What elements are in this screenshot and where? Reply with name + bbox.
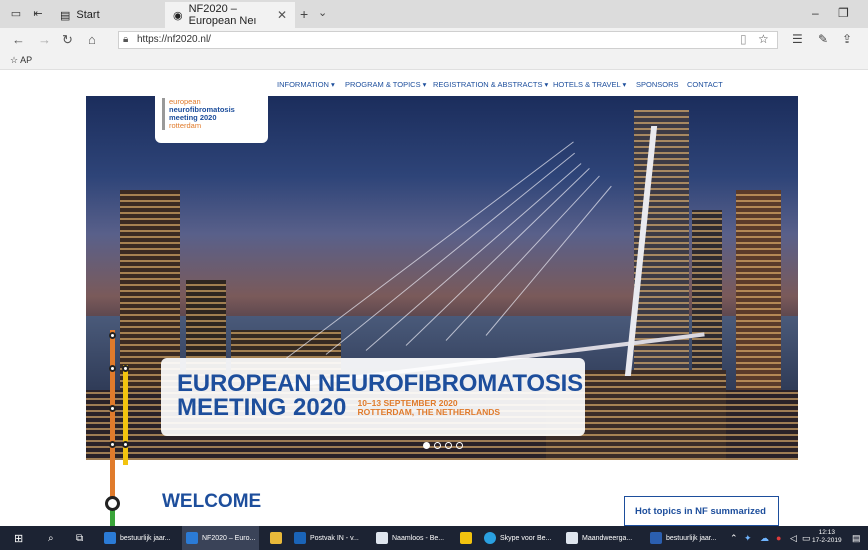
metro-stop	[122, 441, 129, 448]
taskbar-item-file-explorer[interactable]	[266, 526, 286, 550]
metro-stop	[109, 441, 116, 448]
slider-pagination	[423, 442, 463, 449]
site-favicon-icon: ◉	[173, 9, 183, 22]
skype-icon	[484, 532, 496, 544]
word-icon	[650, 532, 662, 544]
favorites-list-icon[interactable]: ☰	[792, 32, 803, 46]
search-icon[interactable]: ⌕	[44, 526, 58, 550]
network-icon[interactable]: ✦	[744, 526, 752, 550]
address-bar[interactable]: 🔒︎ https://nf2020.nl/	[118, 31, 778, 49]
tab-list-chevron-icon[interactable]: ⌄	[318, 6, 327, 19]
taskbar-item-bestuurlijk-edge[interactable]: bestuurlijk jaar...	[100, 526, 175, 550]
taskbar-item-bestuurlijk-word[interactable]: bestuurlijk jaar...	[646, 526, 721, 550]
volume-icon[interactable]: ◁	[790, 526, 797, 550]
favorite-star-small-icon: ☆	[10, 55, 19, 65]
set-aside-tabs-icon[interactable]: ⇤	[30, 6, 46, 22]
close-tab-icon[interactable]: ✕	[277, 8, 287, 22]
menu-item-program-topics[interactable]: PROGRAM & TOPICS ▾	[345, 80, 426, 89]
metro-stop-large	[105, 496, 120, 511]
browser-tab-bar: ▭ ⇤ ▤ Start ◉ NF2020 – European Neı ✕ + …	[0, 0, 868, 28]
metro-line-orange	[110, 330, 115, 500]
browser-navigation-bar: ← → ↻ ⌂ 🔒︎ https://nf2020.nl/ ▯ ☆ ☰ ✎ ⇪	[0, 28, 868, 52]
clock-date: 17-2-2019	[812, 537, 842, 544]
tab-actions-icon[interactable]: ▭	[8, 6, 24, 22]
new-tab-icon[interactable]: +	[300, 6, 308, 22]
banner-title-line1: EUROPEAN NEUROFIBROMATOSIS	[177, 370, 583, 397]
share-icon[interactable]: ⇪	[842, 32, 852, 46]
menu-item-sponsors[interactable]: SPONSORS	[636, 80, 679, 89]
metro-stop	[109, 405, 116, 412]
windows-start-icon[interactable]: ⊞	[10, 526, 27, 550]
menu-item-hotels-travel[interactable]: HOTELS & TRAVEL ▾	[553, 80, 626, 89]
url-text: https://nf2020.nl/	[137, 34, 211, 45]
paint-icon	[376, 532, 388, 544]
logo-line: rotterdam	[169, 121, 202, 130]
metro-stop	[122, 365, 129, 372]
reading-view-icon[interactable]: ▯	[740, 32, 747, 46]
store-icon	[460, 532, 472, 544]
banner-title-line2: MEETING 2020	[177, 394, 347, 421]
file-explorer-icon	[270, 532, 282, 544]
favorite-star-icon[interactable]: ☆	[758, 32, 769, 46]
language-icon[interactable]: ▭	[802, 526, 811, 550]
minimize-icon[interactable]: –	[812, 6, 819, 20]
taskbar-item-outlook[interactable]: Postvak IN - v...	[290, 526, 363, 550]
tab-nf2020[interactable]: ◉ NF2020 – European Neı ✕	[165, 2, 295, 28]
taskbar-item-paint[interactable]: Naamloos - Be...	[372, 526, 448, 550]
restore-icon[interactable]: ❐	[838, 6, 849, 20]
taskbar-item-nf2020[interactable]: NF2020 – Euro...	[182, 526, 260, 550]
welcome-heading: WELCOME	[162, 491, 262, 512]
page-icon: ▤	[60, 9, 71, 22]
task-view-icon[interactable]: ⧉	[72, 526, 87, 550]
calendar-icon	[566, 532, 578, 544]
taskbar-item-calendar[interactable]: Maandweerga...	[562, 526, 636, 550]
site-main-menu: INFORMATION ▾ PROGRAM & TOPICS ▾ REGISTR…	[0, 80, 868, 94]
slider-dot[interactable]	[456, 442, 463, 449]
tray-chevron-icon[interactable]: ⌃	[730, 526, 738, 550]
taskbar-item-skype[interactable]: Skype voor Be...	[480, 526, 555, 550]
site-logo[interactable]: european neurofibromatosis meeting 2020 …	[155, 96, 268, 143]
onedrive-icon[interactable]: ☁	[760, 526, 769, 550]
favorite-item-ap[interactable]: AP	[20, 55, 32, 65]
system-clock[interactable]: 12:13 17-2-2019	[812, 529, 842, 545]
favorites-bar: ☆ AP	[0, 52, 868, 70]
tab-label: NF2020 – European Neı	[188, 3, 257, 27]
forward-arrow-icon[interactable]: →	[38, 32, 51, 47]
metro-line-yellow	[123, 365, 128, 465]
slider-dot[interactable]	[434, 442, 441, 449]
hero-banner: EUROPEAN NEUROFIBROMATOSIS MEETING 2020 …	[161, 358, 585, 436]
windows-taskbar: ⊞ ⌕ ⧉ bestuurlijk jaar... NF2020 – Euro.…	[0, 526, 868, 550]
refresh-icon[interactable]: ↻	[62, 32, 73, 48]
banner-dates: 10–13 SEPTEMBER 2020 ROTTERDAM, THE NETH…	[357, 399, 500, 417]
taskbar-item-store[interactable]	[456, 526, 476, 550]
menu-item-information[interactable]: INFORMATION ▾	[277, 80, 335, 89]
edge-icon	[186, 532, 198, 544]
banner-place: ROTTERDAM, THE NETHERLANDS	[357, 407, 501, 417]
home-icon[interactable]: ⌂	[88, 32, 96, 47]
clock-time: 12:13	[818, 529, 835, 536]
hot-topics-box[interactable]: Hot topics in NF summarized	[624, 496, 779, 526]
menu-item-contact[interactable]: CONTACT	[687, 80, 723, 89]
menu-item-registration-abstracts[interactable]: REGISTRATION & ABSTRACTS ▾	[433, 80, 548, 89]
lock-icon[interactable]: 🔒︎	[123, 32, 128, 48]
metro-stop	[109, 332, 116, 339]
action-center-icon[interactable]: ▤	[852, 526, 861, 550]
tab-start[interactable]: ▤ Start	[52, 2, 162, 28]
tab-label: Start	[76, 9, 100, 21]
slider-dot[interactable]	[423, 442, 430, 449]
notification-app-icon[interactable]: ●	[776, 526, 781, 550]
notes-pen-icon[interactable]: ✎	[818, 32, 828, 46]
edge-icon	[104, 532, 116, 544]
back-arrow-icon[interactable]: ←	[12, 32, 25, 47]
metro-stop	[109, 365, 116, 372]
slider-dot[interactable]	[445, 442, 452, 449]
outlook-icon	[294, 532, 306, 544]
